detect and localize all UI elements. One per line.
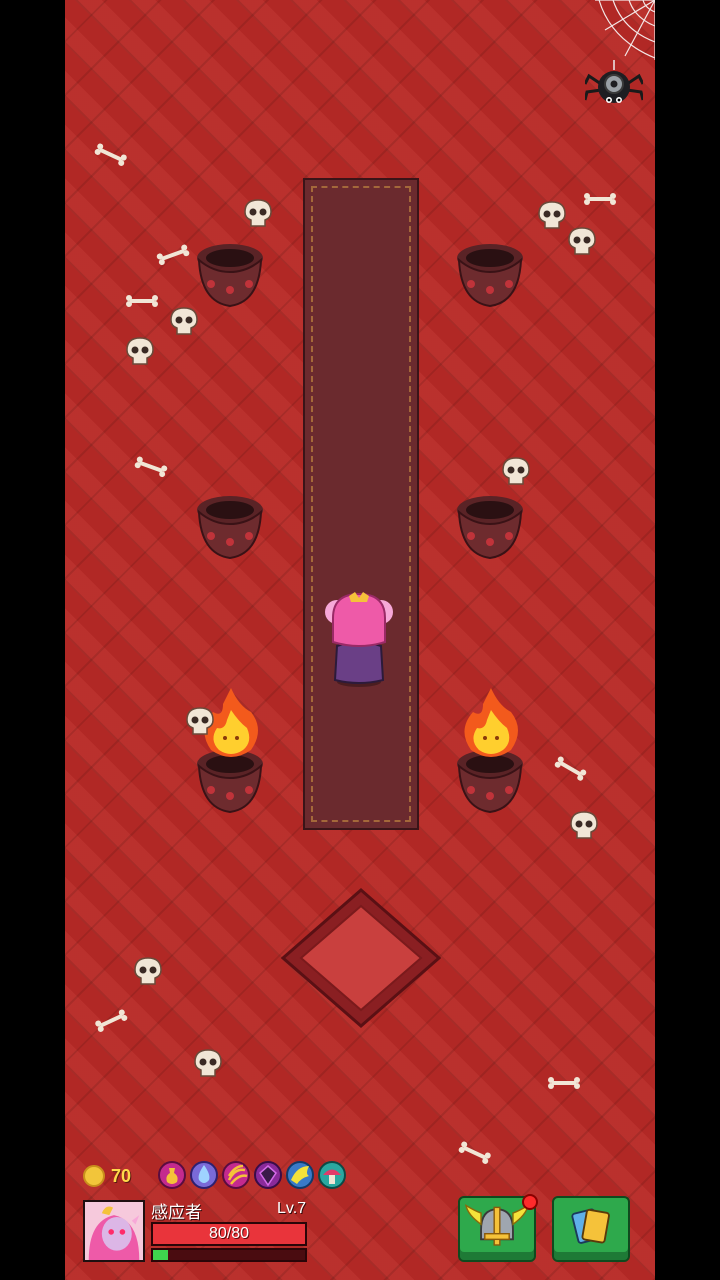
winged-helmet-icon (464, 1204, 530, 1246)
bone-icon (134, 453, 170, 478)
coin-icon (83, 1165, 105, 1187)
skull-icon (185, 706, 215, 736)
character-name: 感应者 (151, 1203, 202, 1222)
health-bar: 80/80 (151, 1222, 307, 1246)
bone-icon (547, 1074, 581, 1089)
skull-icon (569, 810, 599, 840)
gold-amount: 70 (111, 1165, 132, 1186)
bone-icon (125, 292, 159, 307)
equipment-button[interactable] (458, 1194, 538, 1262)
cards-icon (571, 1208, 610, 1244)
skull-icon (567, 226, 597, 256)
cauldron[interactable] (195, 240, 265, 310)
bone-icon (554, 752, 589, 781)
bone-icon (583, 190, 617, 205)
altar-platform[interactable] (280, 888, 442, 1028)
skull-icon (537, 200, 567, 230)
skull-icon (193, 1048, 223, 1078)
skull-icon (133, 956, 163, 986)
cauldron[interactable] (195, 492, 265, 562)
bone-icon (154, 241, 190, 266)
player-character[interactable] (323, 592, 395, 688)
skull-icon (125, 336, 155, 366)
claw-relic-icon[interactable] (221, 1160, 251, 1190)
bone-icon (94, 139, 130, 166)
spider-gear-icon[interactable] (583, 60, 645, 112)
cards-button[interactable] (552, 1196, 630, 1262)
water-drop-relic-icon[interactable] (189, 1160, 219, 1190)
carpet (303, 178, 419, 830)
mushroom-relic-icon[interactable] (317, 1160, 347, 1190)
bone-icon (92, 1005, 128, 1032)
hud-panel: 70 感应者 Lv.7 80/80 (65, 1150, 655, 1280)
potion-relic-icon[interactable] (157, 1160, 187, 1190)
game-stage (65, 0, 655, 1280)
health-text: 80/80 (208, 1225, 250, 1242)
notification-dot (522, 1194, 538, 1210)
wing-relic-icon[interactable] (285, 1160, 315, 1190)
skull-icon (501, 456, 531, 486)
skull-icon (169, 306, 199, 336)
experience-bar-fill (153, 1250, 169, 1260)
character-portrait[interactable] (83, 1200, 145, 1262)
cauldron[interactable] (455, 492, 525, 562)
skull-icon (243, 198, 273, 228)
cobweb-icon (595, 0, 655, 60)
relic-bar (157, 1160, 347, 1190)
experience-bar (151, 1248, 307, 1262)
gold-counter: 70 (83, 1162, 131, 1190)
character-level: Lv.7 (277, 1200, 307, 1217)
cauldron[interactable] (455, 240, 525, 310)
fire-icon (459, 684, 523, 764)
gem-relic-icon[interactable] (253, 1160, 283, 1190)
